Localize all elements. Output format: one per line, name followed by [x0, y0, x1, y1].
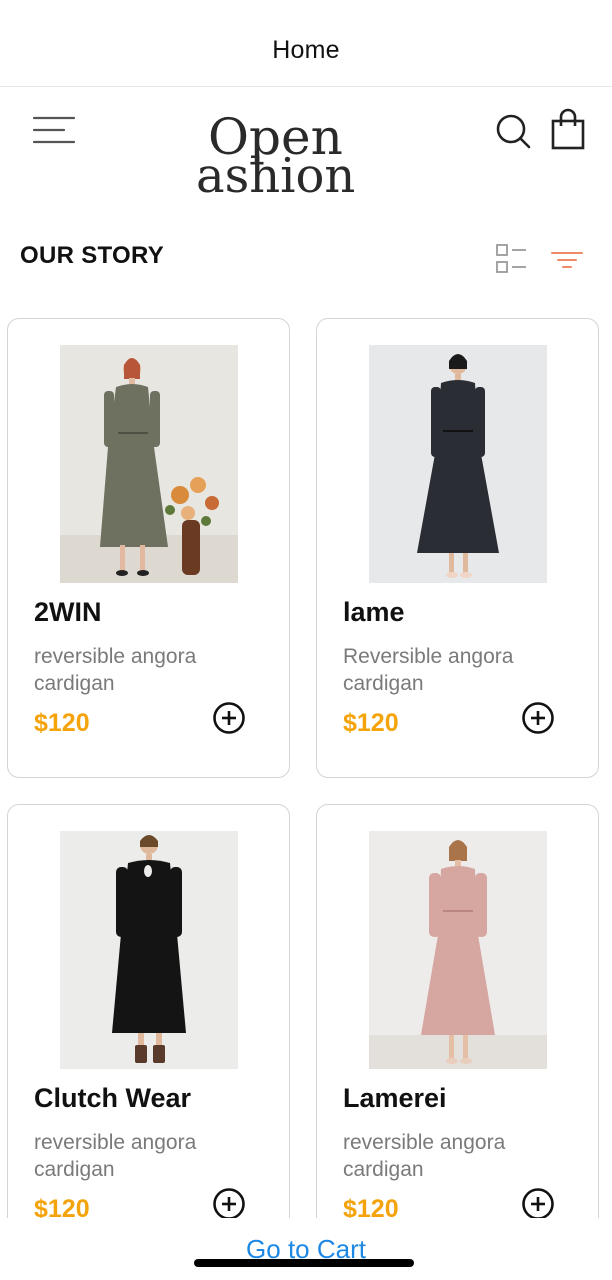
bottom-bar: Go to Cart: [0, 1218, 612, 1280]
product-image[interactable]: [369, 345, 547, 583]
filter-icon[interactable]: [550, 246, 584, 274]
add-to-cart-icon[interactable]: [212, 1187, 246, 1221]
product-name[interactable]: Clutch Wear: [34, 1083, 191, 1114]
product-card[interactable]: Lamerei reversible angora cardigan $120: [316, 804, 599, 1264]
product-name[interactable]: Lamerei: [343, 1083, 447, 1114]
home-indicator[interactable]: [194, 1259, 414, 1267]
list-view-icon[interactable]: [494, 242, 528, 276]
home-screen: Home Open ashion OUR STORY 2WIN reversib…: [0, 0, 612, 1280]
product-card[interactable]: lame Reversible angora cardigan $120: [316, 318, 599, 778]
product-description: reversible angora cardigan: [34, 645, 197, 695]
product-description: Reversible angora cardigan: [343, 645, 514, 695]
svg-text:ashion: ashion: [196, 148, 355, 194]
product-description: reversible angora cardigan: [34, 1131, 197, 1181]
product-image[interactable]: [60, 345, 238, 583]
page-title: Home: [272, 35, 340, 64]
product-image[interactable]: [369, 831, 547, 1069]
product-card[interactable]: 2WIN reversible angora cardigan $120: [7, 318, 290, 778]
hamburger-menu-icon[interactable]: [30, 110, 78, 150]
product-card[interactable]: Clutch Wear reversible angora cardigan $…: [7, 804, 290, 1264]
brand-logo[interactable]: Open ashion: [196, 108, 358, 194]
section-title: OUR STORY: [20, 242, 165, 269]
product-description: reversible angora cardigan: [343, 1131, 506, 1181]
product-image[interactable]: [60, 831, 238, 1069]
search-icon[interactable]: [494, 112, 532, 150]
product-name[interactable]: 2WIN: [34, 597, 102, 628]
product-price: $120: [343, 709, 399, 737]
product-name[interactable]: lame: [343, 597, 405, 628]
navigation-bar: Home: [0, 0, 612, 87]
product-price: $120: [34, 709, 90, 737]
app-header: Open ashion: [0, 88, 612, 208]
add-to-cart-icon[interactable]: [521, 1187, 555, 1221]
add-to-cart-icon[interactable]: [212, 701, 246, 735]
shopping-bag-icon[interactable]: [550, 108, 586, 150]
add-to-cart-icon[interactable]: [521, 701, 555, 735]
